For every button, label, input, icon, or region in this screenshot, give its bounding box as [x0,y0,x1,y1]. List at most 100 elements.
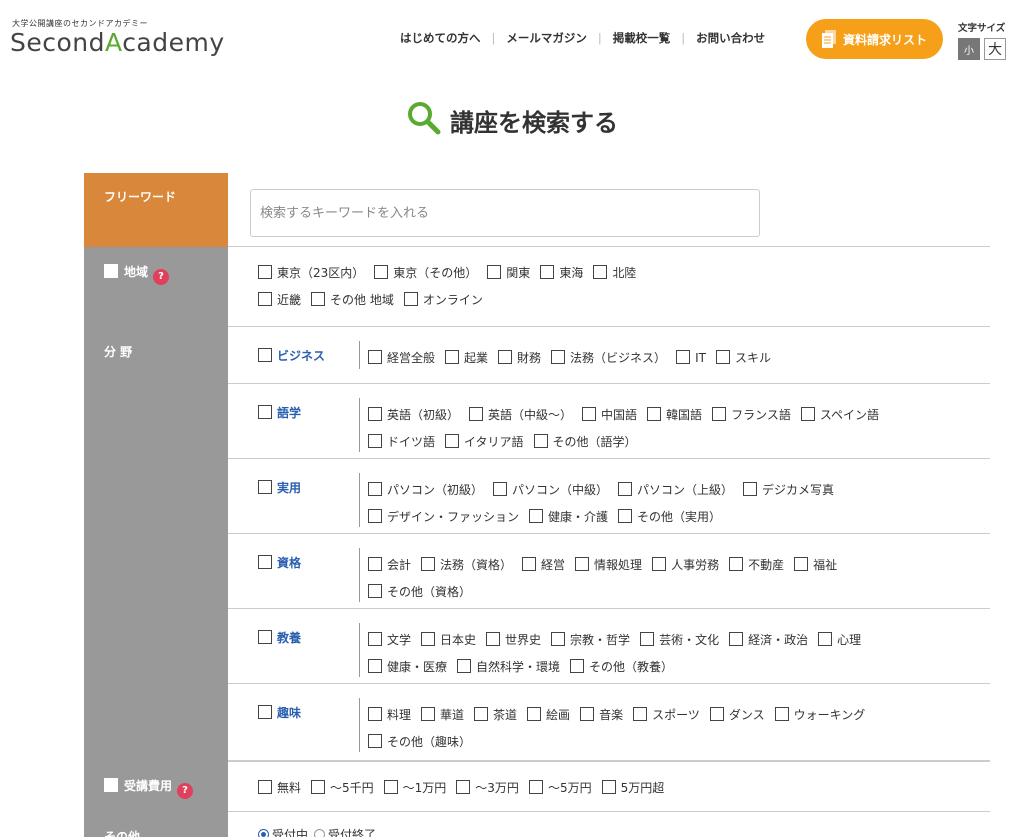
status-radio-closed[interactable]: 受付終了 [314,826,376,837]
field-option[interactable]: スペイン語 [800,406,879,423]
checkbox[interactable] [311,780,326,794]
field-option[interactable]: 自然科学・環境 [457,658,560,675]
field-option[interactable]: その他（実用） [618,508,721,525]
checkbox[interactable] [712,407,727,421]
field-option[interactable]: デジカメ写真 [743,481,834,498]
field-category-checkbox[interactable]: 実用 [258,479,301,496]
checkbox[interactable] [729,557,744,571]
checkbox[interactable] [258,480,272,494]
radio-button[interactable] [314,829,326,837]
region-option[interactable]: 関東 [487,264,530,281]
region-option[interactable]: 東京（その他） [374,264,477,281]
checkbox[interactable] [368,584,382,598]
field-category-checkbox[interactable]: 資格 [258,554,301,571]
checkbox[interactable] [368,734,382,748]
field-option[interactable]: 法務（資格） [421,556,512,573]
field-category-checkbox[interactable]: ビジネス [258,347,325,364]
field-option[interactable]: 経営 [522,556,565,573]
region-option[interactable]: 近畿 [258,291,301,308]
checkbox[interactable] [456,780,471,794]
field-option[interactable]: ダンス [709,706,765,723]
field-option[interactable]: 世界史 [486,631,541,648]
field-option[interactable]: 華道 [421,706,464,723]
checkbox[interactable] [493,482,508,496]
checkbox[interactable] [800,407,815,421]
fee-help-icon[interactable]: ? [177,782,194,799]
checkbox[interactable] [570,659,585,673]
field-category-checkbox[interactable]: 趣味 [258,704,301,721]
field-option[interactable]: 料理 [368,706,411,723]
fee-option[interactable]: 5万円超 [601,779,664,796]
field-option[interactable]: ウォーキング [774,706,865,723]
checkbox[interactable] [486,632,501,646]
fee-option[interactable]: 〜3万円 [456,779,519,796]
checkbox[interactable] [618,509,633,523]
checkbox[interactable] [593,265,608,279]
field-option[interactable]: 音楽 [580,706,623,723]
field-option[interactable]: IT [676,350,706,365]
checkbox[interactable] [551,350,566,364]
field-option[interactable]: その他（語学） [533,433,637,450]
checkbox[interactable] [729,632,744,646]
fee-option[interactable]: 〜5千円 [311,779,374,796]
fee-option[interactable]: 無料 [258,779,301,796]
checkbox[interactable] [258,265,272,279]
field-option[interactable]: 文学 [368,631,411,648]
field-option[interactable]: ドイツ語 [368,433,435,450]
region-option[interactable]: 東海 [540,264,583,281]
checkbox[interactable] [368,707,382,721]
checkbox[interactable] [522,557,537,571]
checkbox[interactable] [258,705,272,719]
field-option[interactable]: 宗教・哲学 [551,631,630,648]
field-option[interactable]: スポーツ [633,706,700,723]
field-option[interactable]: 茶道 [474,706,517,723]
field-option[interactable]: パソコン（初級） [368,481,483,498]
nav-school-list[interactable]: 掲載校一覧 [613,30,671,46]
checkbox[interactable] [715,350,730,364]
checkbox[interactable] [368,659,382,673]
checkbox[interactable] [368,350,382,364]
field-option[interactable]: 韓国語 [647,406,702,423]
field-option[interactable]: デザイン・ファッション [368,508,519,525]
document-request-list-button[interactable]: 資料請求リスト [806,19,943,59]
checkbox[interactable] [368,407,382,421]
checkbox[interactable] [258,630,272,644]
checkbox[interactable] [652,557,667,571]
field-option[interactable]: 人事労務 [652,556,719,573]
checkbox[interactable] [258,405,272,419]
nav-contact[interactable]: お問い合わせ [696,30,765,46]
checkbox[interactable] [368,557,382,571]
checkbox[interactable] [474,707,489,721]
field-option[interactable]: 絵画 [527,706,570,723]
field-option[interactable]: 経営全般 [368,349,435,366]
checkbox[interactable] [374,265,389,279]
field-option[interactable]: その他（教養） [570,658,673,675]
checkbox[interactable] [457,659,472,673]
checkbox[interactable] [794,557,809,571]
checkbox[interactable] [368,434,382,448]
field-category-checkbox[interactable]: 語学 [258,404,301,421]
checkbox[interactable] [818,632,833,646]
checkbox[interactable] [445,434,460,448]
checkbox[interactable] [258,292,272,306]
nav-first-time[interactable]: はじめての方へ [400,30,481,46]
field-option[interactable]: イタリア語 [445,433,524,450]
checkbox[interactable] [533,434,548,448]
checkbox[interactable] [633,707,648,721]
keyword-search-input[interactable] [250,189,760,237]
checkbox[interactable] [709,707,724,721]
checkbox[interactable] [421,557,436,571]
checkbox[interactable] [258,780,272,794]
field-category-checkbox[interactable]: 教養 [258,629,301,646]
field-option[interactable]: 健康・医療 [368,658,447,675]
field-option[interactable]: 法務（ビジネス） [551,349,666,366]
checkbox[interactable] [580,707,595,721]
fee-option[interactable]: 〜1万円 [383,779,446,796]
field-option[interactable]: 起業 [445,349,488,366]
checkbox[interactable] [498,350,513,364]
checkbox[interactable] [368,509,382,523]
checkbox[interactable] [618,482,633,496]
field-option[interactable]: 中国語 [582,406,637,423]
checkbox[interactable] [528,780,543,794]
field-option[interactable]: その他（趣味） [368,733,471,750]
